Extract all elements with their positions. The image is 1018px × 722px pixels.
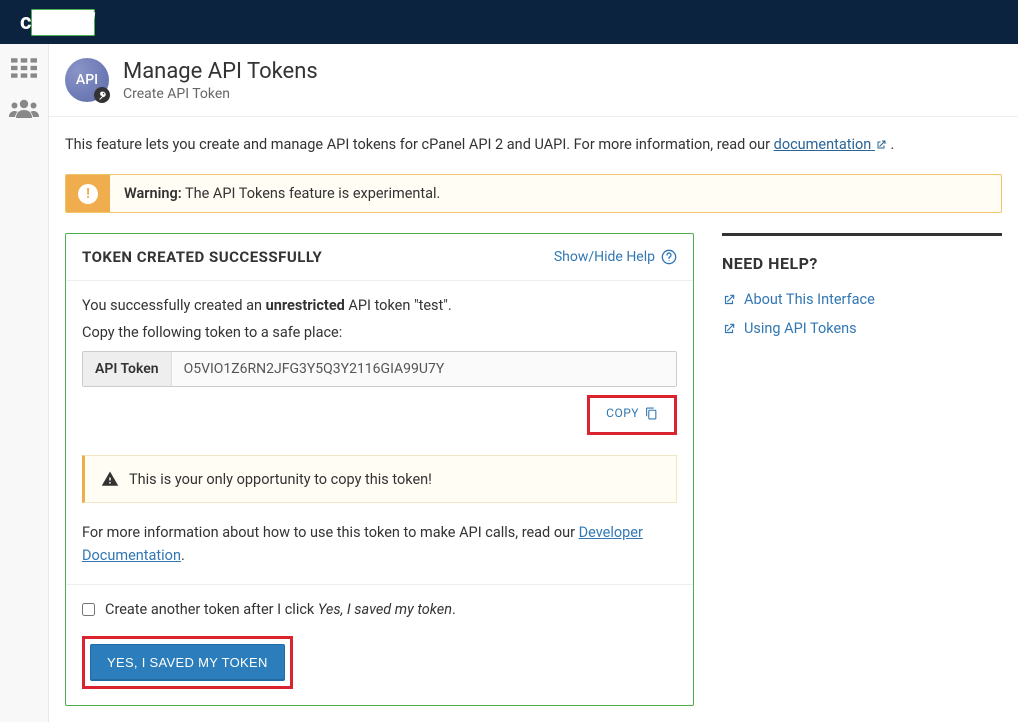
- page-header: API Manage API Tokens Create API Token: [49, 44, 1018, 117]
- help-link-using[interactable]: Using API Tokens: [722, 320, 1002, 337]
- create-another-label: Create another token after I click Yes, …: [105, 601, 456, 618]
- external-link-icon: [722, 322, 736, 336]
- highlight-save: YES, I SAVED MY TOKEN: [82, 636, 293, 689]
- intro-text: This feature lets you create and manage …: [65, 133, 1002, 156]
- warning-icon: !: [66, 175, 110, 212]
- token-value: O5VIO1Z6RN2JFG3Y5Q3Y2116GIA99U7Y: [172, 352, 676, 386]
- yes-i-saved-button[interactable]: YES, I SAVED MY TOKEN: [90, 644, 285, 681]
- success-message: You successfully created an unrestricted…: [82, 297, 677, 314]
- users-icon[interactable]: [9, 96, 39, 120]
- create-another-checkbox[interactable]: [82, 603, 95, 616]
- copy-button[interactable]: COPY: [594, 400, 670, 426]
- only-opportunity-alert: This is your only opportunity to copy th…: [82, 455, 677, 503]
- token-created-panel: TOKEN CREATED SUCCESSFULLY Show/Hide Hel…: [65, 233, 694, 705]
- panel-title: TOKEN CREATED SUCCESSFULLY: [82, 248, 322, 266]
- key-badge-icon: [94, 87, 110, 103]
- external-link-icon: [722, 293, 736, 307]
- apps-grid-icon[interactable]: [9, 56, 39, 80]
- token-label: API Token: [83, 352, 172, 386]
- page-subtitle: Create API Token: [123, 86, 318, 102]
- help-link-about[interactable]: About This Interface: [722, 291, 1002, 308]
- warning-triangle-icon: [101, 470, 119, 488]
- show-hide-help-link[interactable]: Show/Hide Help: [554, 249, 677, 265]
- documentation-link[interactable]: documentation: [774, 136, 887, 153]
- more-info-text: For more information about how to use th…: [82, 521, 677, 567]
- top-bar: ccPanel: [0, 0, 1018, 44]
- api-token-page-icon: API: [65, 58, 109, 102]
- need-help-panel: NEED HELP? About This Interface Using AP…: [722, 233, 1002, 349]
- warning-banner: ! Warning: The API Tokens feature is exp…: [65, 174, 1002, 213]
- copy-instruction: Copy the following token to a safe place…: [82, 324, 677, 341]
- sidebar: [0, 44, 48, 722]
- copy-icon: [645, 407, 658, 420]
- highlight-copy: COPY: [587, 395, 677, 435]
- page-title: Manage API Tokens: [123, 59, 318, 84]
- token-field: API Token O5VIO1Z6RN2JFG3Y5Q3Y2116GIA99U…: [82, 351, 677, 387]
- cpanel-logo[interactable]: ccPanel: [20, 10, 95, 35]
- need-help-title: NEED HELP?: [722, 254, 1002, 273]
